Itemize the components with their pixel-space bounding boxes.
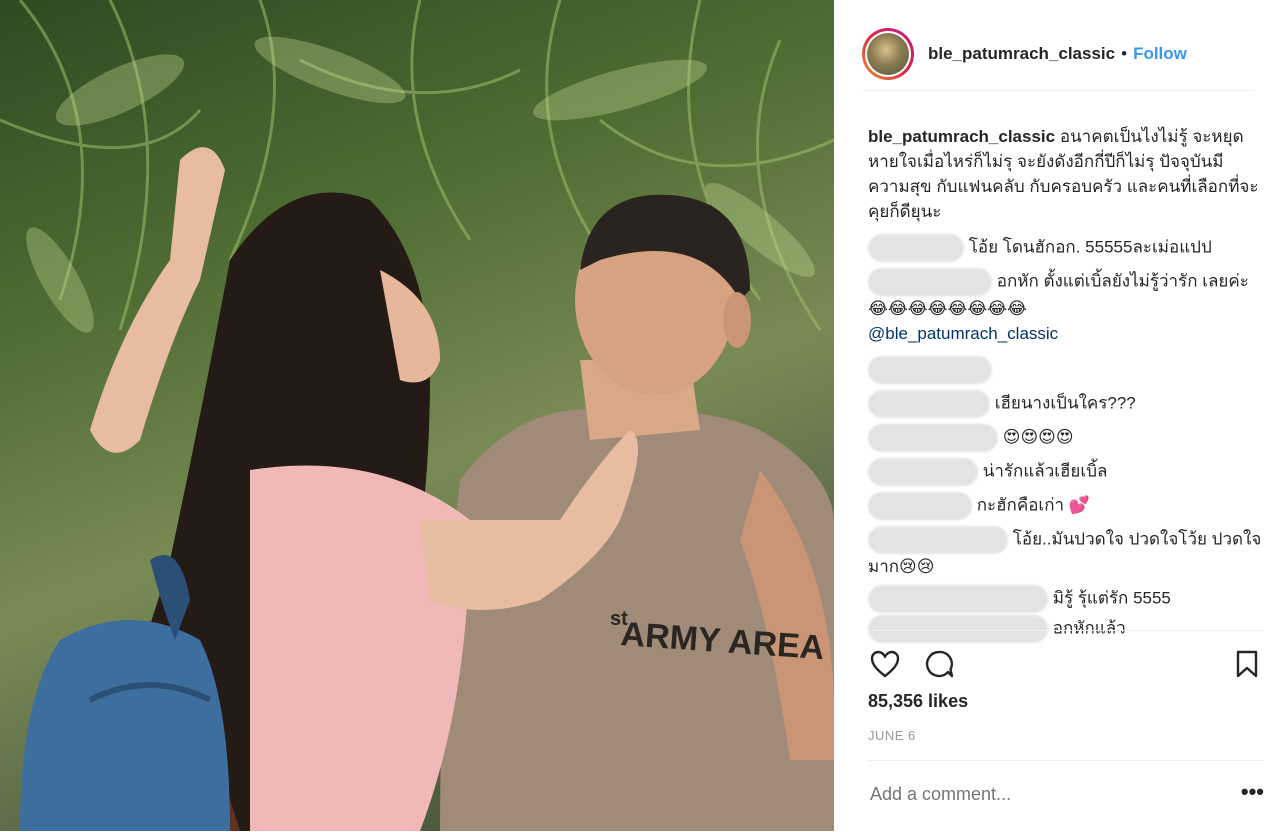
post-header: ble_patumrach_classic • Follow (862, 18, 1254, 91)
comment-text: มิรู้ รุ้แต่รัก 5555 (1052, 588, 1171, 608)
separator-dot: • (1121, 44, 1128, 63)
blurred-username (868, 390, 990, 418)
comment-item: น่ารักแล้วเฮียเบิ้ล (868, 458, 1264, 486)
blurred-username (868, 234, 964, 262)
blurred-username (868, 356, 992, 384)
follow-button[interactable]: Follow (1133, 44, 1187, 64)
comment-item: 😍😍😍😍 (868, 424, 1264, 452)
action-bar (868, 630, 1264, 697)
blurred-username (868, 526, 1008, 554)
blurred-username (868, 492, 972, 520)
blurred-username (868, 458, 978, 486)
comment-mention-link[interactable]: @ble_patumrach_classic (868, 324, 1058, 343)
bookmark-icon[interactable] (1230, 647, 1264, 681)
comment-text: น่ารักแล้วเฮียเบิ้ล (982, 461, 1108, 481)
caption: ble_patumrach_classic อนาคตเป็นไงไม่รู้ … (868, 124, 1264, 224)
add-comment-bar: ••• (868, 760, 1264, 832)
comment-item: มิรู้ รุ้แต่รัก 5555 (868, 585, 1264, 613)
comment-icon[interactable] (922, 647, 956, 681)
comment-text: โอ้ย โดนฮักอก. 55555ละเม่อแปป (968, 237, 1212, 257)
like-count[interactable]: 85,356 likes (868, 691, 968, 712)
comment-item: โอ้ย โดนฮักอก. 55555ละเม่อแปป (868, 234, 1264, 262)
post-sidebar: ble_patumrach_classic • Follow ble_patum… (834, 0, 1280, 831)
blurred-username (868, 268, 992, 296)
comment-item: อกหัก ตั้งแต่เบิ้ลยังไม่รู้ว่ารัก เลยค่ะ… (868, 268, 1264, 346)
avatar[interactable] (862, 28, 914, 80)
caption-username[interactable]: ble_patumrach_classic (868, 127, 1055, 146)
comment-text: 😍😍😍😍 (1002, 427, 1074, 447)
comment-item (868, 356, 1264, 384)
comment-text: เฮียนางเป็นใคร??? (994, 393, 1136, 413)
comment-item: โอ้ย..มันปวดใจ ปวดใจโว้ย ปวดใจมาก😢😢 (868, 526, 1264, 579)
post-username[interactable]: ble_patumrach_classic (928, 44, 1115, 64)
comment-text: กะฮักคือเก่า 💕 (976, 495, 1090, 515)
blurred-username (868, 424, 998, 452)
blurred-username (868, 585, 1048, 613)
photo-illustration: st ARMY AREA (0, 0, 834, 831)
comment-item: กะฮักคือเก่า 💕 (868, 492, 1264, 520)
comment-input[interactable] (868, 783, 1212, 806)
post-photo[interactable]: st ARMY AREA (0, 0, 834, 831)
comment-item: เฮียนางเป็นใคร??? (868, 390, 1264, 418)
post-date[interactable]: JUNE 6 (868, 728, 916, 743)
comment-list: ble_patumrach_classic อนาคตเป็นไงไม่รู้ … (868, 124, 1264, 643)
more-options-icon[interactable]: ••• (1241, 779, 1264, 805)
heart-icon[interactable] (868, 647, 902, 681)
